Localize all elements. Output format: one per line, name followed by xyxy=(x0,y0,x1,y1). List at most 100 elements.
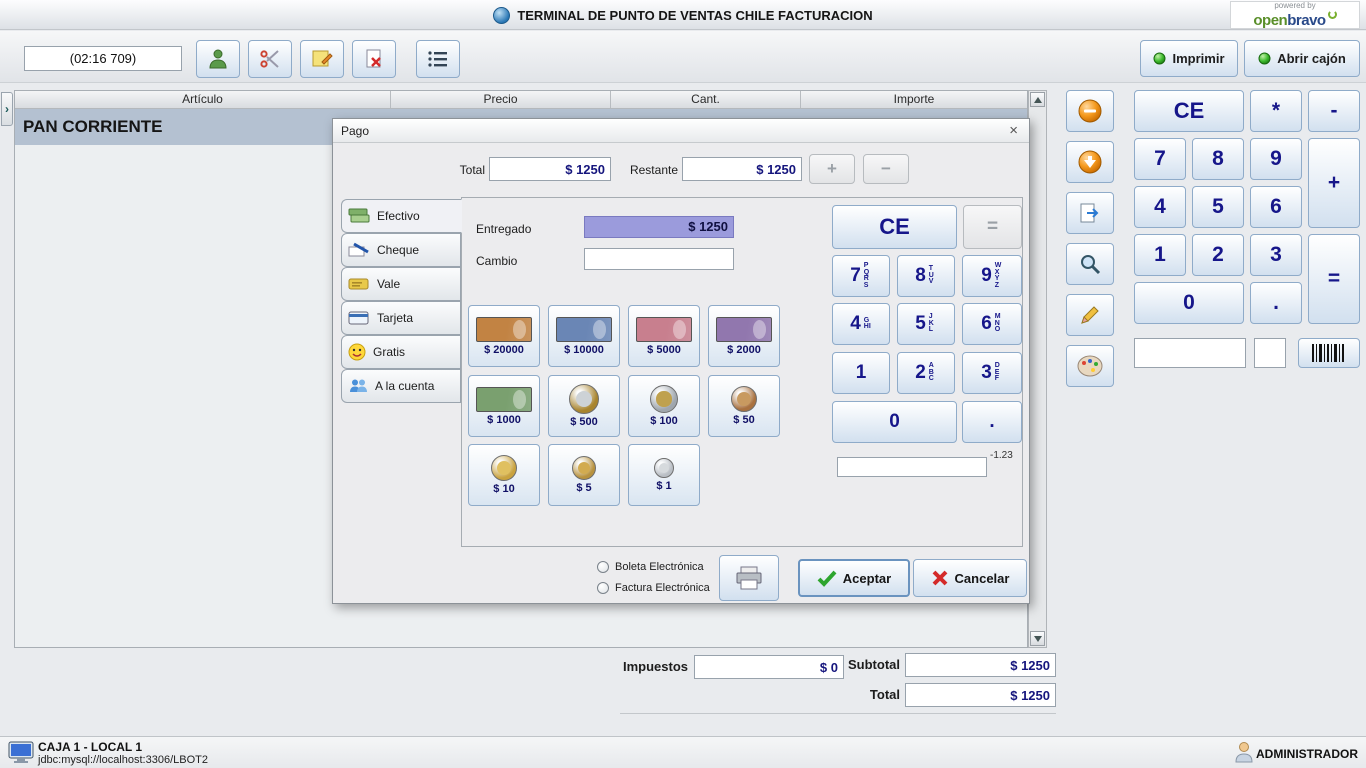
cash-10-button[interactable]: $ 10 xyxy=(468,444,540,506)
dialog-key-ce[interactable]: CE xyxy=(832,205,957,249)
key-0[interactable]: 0 xyxy=(1134,282,1244,324)
app-logo-icon xyxy=(493,6,511,24)
printer-icon xyxy=(735,565,763,591)
key-equals[interactable]: = xyxy=(1308,234,1360,324)
cash-2000-button[interactable]: $ 2000 xyxy=(708,305,780,367)
dialog-key-dot[interactable]: . xyxy=(962,401,1022,443)
palette-icon xyxy=(1077,355,1103,377)
print-receipt-button[interactable] xyxy=(719,555,779,601)
search-button[interactable] xyxy=(1066,243,1114,285)
key-6[interactable]: 6 xyxy=(1250,186,1302,228)
boleta-radio[interactable]: Boleta Electrónica xyxy=(597,561,704,573)
move-down-button[interactable] xyxy=(1066,141,1114,183)
tab-vale[interactable]: Vale xyxy=(341,267,461,301)
keypad-aux-field[interactable] xyxy=(1254,338,1286,368)
banknote-20000-image xyxy=(476,316,532,342)
imprimir-button[interactable]: Imprimir xyxy=(1140,40,1238,77)
key-star[interactable]: * xyxy=(1250,90,1302,132)
key-3[interactable]: 3 xyxy=(1250,234,1302,276)
key-8[interactable]: 8 xyxy=(1192,138,1244,180)
key-dot[interactable]: . xyxy=(1250,282,1302,324)
scissors-button[interactable] xyxy=(248,40,292,78)
radio-circle-icon xyxy=(597,582,609,594)
dialog-key-8[interactable]: 8 TUV xyxy=(897,255,955,297)
delete-document-button[interactable] xyxy=(352,40,396,78)
arrow-up-icon xyxy=(1033,96,1042,103)
column-header-precio[interactable]: Precio xyxy=(391,91,611,108)
dialog-key-3[interactable]: 3 DEF xyxy=(962,352,1022,394)
tab-a-la-cuenta[interactable]: A la cuenta xyxy=(341,369,461,403)
cash-5-button[interactable]: $ 5 xyxy=(548,444,620,506)
credit-card-icon xyxy=(348,310,370,326)
customer-button[interactable] xyxy=(196,40,240,78)
cash-10000-button[interactable]: $ 10000 xyxy=(548,305,620,367)
entregado-field[interactable] xyxy=(584,216,734,238)
cash-1000-button[interactable]: $ 1000 xyxy=(468,375,540,437)
key-ce[interactable]: CE xyxy=(1134,90,1244,132)
key-5[interactable]: 5 xyxy=(1192,186,1244,228)
banknote-1000-image xyxy=(476,386,532,412)
dialog-key-0[interactable]: 0 xyxy=(832,401,957,443)
scroll-down-button[interactable] xyxy=(1030,631,1045,646)
column-header-articulo[interactable]: Artículo xyxy=(15,91,391,108)
dialog-key-1[interactable]: 1 xyxy=(832,352,890,394)
dialog-key-equals[interactable]: = xyxy=(963,205,1022,249)
key-9[interactable]: 9 xyxy=(1250,138,1302,180)
cambio-field[interactable] xyxy=(584,248,734,270)
table-scrollbar[interactable] xyxy=(1028,90,1047,648)
dialog-key-2[interactable]: 2 ABC xyxy=(897,352,955,394)
tab-gratis[interactable]: Gratis xyxy=(341,335,461,369)
column-header-importe[interactable]: Importe xyxy=(801,91,1027,108)
entregado-label: Entregado xyxy=(476,222,532,236)
subtotal-label: Subtotal xyxy=(848,657,900,672)
factura-radio[interactable]: Factura Electrónica xyxy=(597,582,710,594)
scissors-icon xyxy=(259,48,281,70)
split-receipt-button[interactable] xyxy=(1066,192,1114,234)
list-button[interactable] xyxy=(416,40,460,78)
coin-5-image xyxy=(572,456,596,480)
close-icon[interactable]: × xyxy=(1006,123,1021,138)
abrir-cajon-button[interactable]: Abrir cajón xyxy=(1244,40,1360,77)
cash-20000-button[interactable]: $ 20000 xyxy=(468,305,540,367)
payment-entry-input[interactable] xyxy=(837,457,987,477)
key-plus[interactable]: + xyxy=(1308,138,1360,228)
remove-payment-button[interactable]: − xyxy=(863,154,909,184)
customer-icon xyxy=(207,48,229,70)
dialog-key-5[interactable]: 5 JKL xyxy=(897,303,955,345)
banknote-2000-image xyxy=(716,316,772,342)
scroll-up-button[interactable] xyxy=(1030,92,1045,107)
sidebar-expander-button[interactable]: › xyxy=(1,92,13,126)
tab-tarjeta[interactable]: Tarjeta xyxy=(341,301,461,335)
edit-button[interactable] xyxy=(1066,294,1114,336)
cash-50-button[interactable]: $ 50 xyxy=(708,375,780,437)
keypad-entry-input[interactable] xyxy=(1134,338,1246,368)
cash-100-button[interactable]: $ 100 xyxy=(628,375,700,437)
cancelar-button[interactable]: Cancelar xyxy=(913,559,1027,597)
key-7[interactable]: 7 xyxy=(1134,138,1186,180)
dialog-key-9[interactable]: 9 WXYZ xyxy=(962,255,1022,297)
dialog-restante-field: $ 1250 xyxy=(682,157,802,181)
cash-5000-button[interactable]: $ 5000 xyxy=(628,305,700,367)
column-header-cant[interactable]: Cant. xyxy=(611,91,801,108)
cash-1-button[interactable]: $ 1 xyxy=(628,444,700,506)
cash-500-button[interactable]: $ 500 xyxy=(548,375,620,437)
dialog-key-6[interactable]: 6 MNO xyxy=(962,303,1022,345)
impuestos-label: Impuestos xyxy=(622,659,688,674)
edit-note-button[interactable] xyxy=(300,40,344,78)
delete-line-button[interactable] xyxy=(1066,90,1114,132)
dialog-key-7[interactable]: 7 PQRS xyxy=(832,255,890,297)
barcode-button[interactable] xyxy=(1298,338,1360,368)
key-1[interactable]: 1 xyxy=(1134,234,1186,276)
key-4[interactable]: 4 xyxy=(1134,186,1186,228)
aceptar-button[interactable]: Aceptar xyxy=(798,559,910,597)
coin-center xyxy=(497,461,511,475)
tab-efectivo[interactable]: Efectivo xyxy=(341,199,462,233)
tab-cheque[interactable]: Cheque xyxy=(341,233,461,267)
jdbc-label: jdbc:mysql://localhost:3306/LBOT2 xyxy=(38,754,208,766)
orange-minus-ball-icon xyxy=(1077,98,1103,124)
add-payment-button[interactable]: + xyxy=(809,154,855,184)
key-2[interactable]: 2 xyxy=(1192,234,1244,276)
dialog-key-4[interactable]: 4 GHI xyxy=(832,303,890,345)
key-minus[interactable]: - xyxy=(1308,90,1360,132)
attributes-button[interactable] xyxy=(1066,345,1114,387)
